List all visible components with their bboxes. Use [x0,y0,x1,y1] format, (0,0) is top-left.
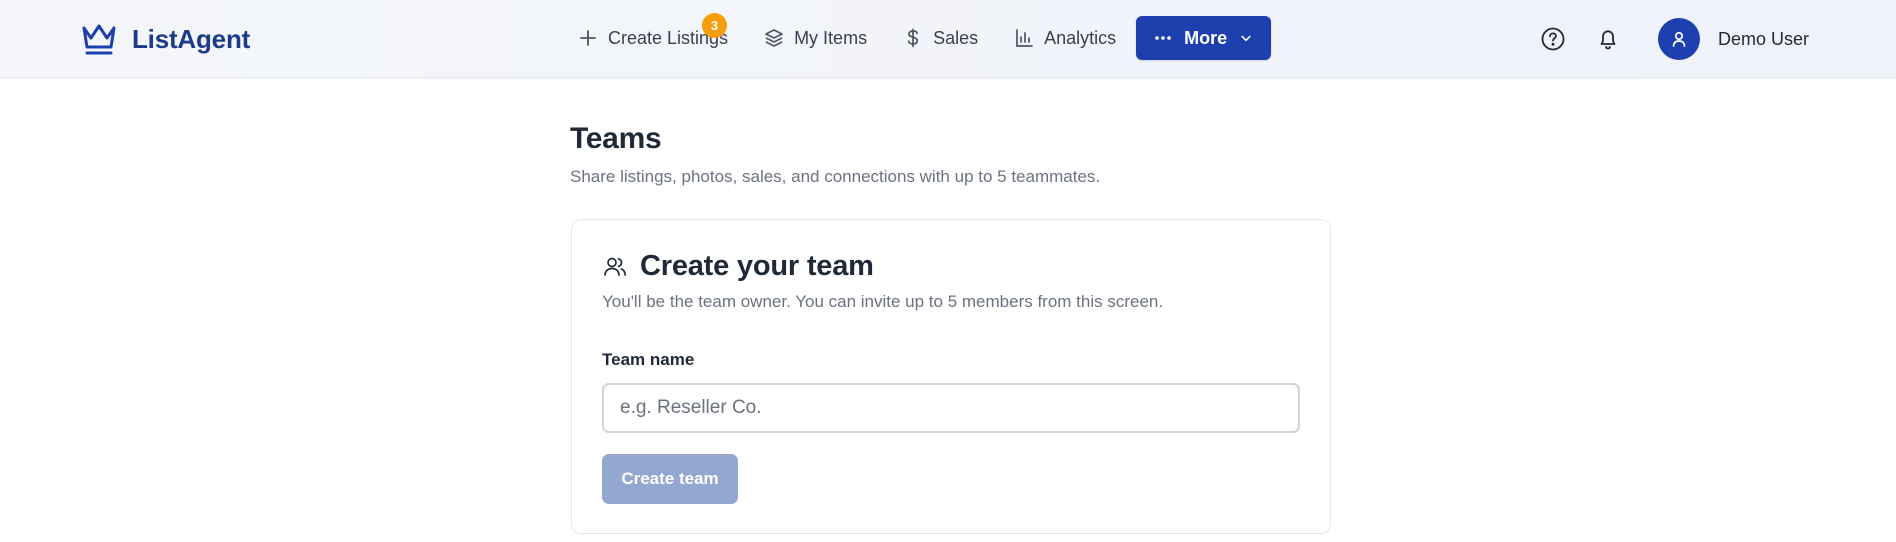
crown-icon [82,24,116,55]
create-team-button[interactable]: Create team [602,454,738,504]
help-circle-icon[interactable] [1540,26,1566,52]
avatar [1658,18,1700,60]
more-menu-label: More [1184,27,1228,48]
create-team-card: Create your team You'll be the team owne… [571,219,1331,534]
nav-sales-label: Sales [933,27,979,48]
brand-name: ListAgent [132,23,251,54]
plus-icon [580,30,596,46]
brand-logo-link[interactable]: ListAgent [80,20,250,58]
user-icon [1672,31,1686,47]
bar-chart-icon [1016,29,1033,47]
nav-analytics[interactable]: Analytics [996,16,1134,60]
more-menu-button[interactable]: More [1136,16,1272,60]
top-navigation-bar: ListAgent Create Listings 3 My Items Sal… [0,0,1896,78]
nav-create-listings[interactable]: Create Listings 3 [560,13,746,60]
bell-icon[interactable] [1595,26,1621,52]
page-subtitle: Share listings, photos, sales, and conne… [570,167,1101,186]
user-menu[interactable]: Demo User [1658,16,1809,62]
chevron-down-icon [1241,35,1251,42]
ellipsis-icon [1155,36,1171,40]
create-listings-count-badge: 3 [702,13,727,38]
nav-analytics-label: Analytics [1044,27,1117,48]
nav-my-items-label: My Items [794,27,868,48]
card-title: Create your team [640,250,874,282]
nav-sales[interactable]: Sales [885,16,996,60]
dollar-icon [908,28,919,48]
card-description: You'll be the team owner. You can invite… [602,292,1164,311]
team-name-input[interactable] [602,383,1300,433]
nav-my-items[interactable]: My Items [746,16,885,60]
layers-icon [765,29,783,47]
users-icon [604,257,627,276]
page-title: Teams [570,122,662,155]
user-name: Demo User [1718,28,1810,49]
card-header: Create your team [602,250,874,283]
team-name-label: Team name [602,350,695,369]
main-nav: Create Listings 3 My Items Sales Analyti… [560,13,1272,60]
